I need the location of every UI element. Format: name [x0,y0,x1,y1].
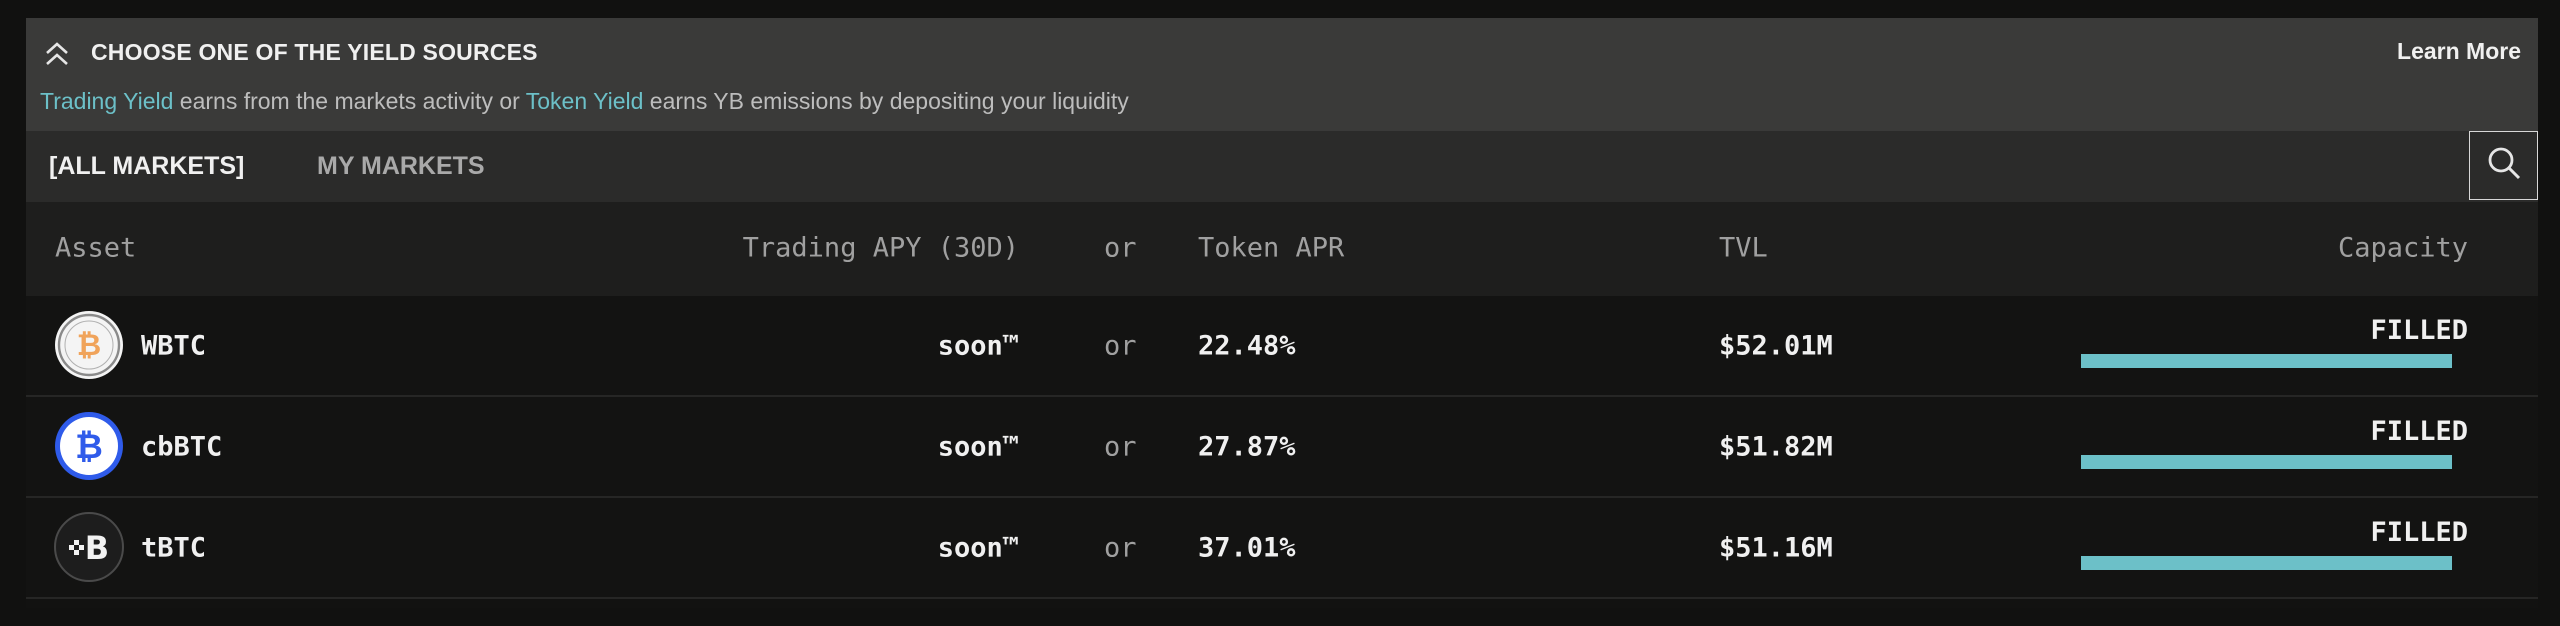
capacity-bar [2081,455,2452,469]
header-or: or [1104,232,1137,264]
tab-my-markets[interactable]: MY MARKETS [317,152,485,181]
learn-more-link[interactable]: Learn More [2397,38,2521,65]
banner-desc-end: earns YB emissions by depositing your li… [643,88,1129,114]
asset-name: cbBTC [141,431,223,463]
banner-desc-mid: earns from the markets activity or [173,88,526,114]
token-apr-value: 22.48% [1198,330,1296,362]
svg-text:B: B [85,529,109,567]
tvl-value: $51.16M [1719,532,1833,564]
token-apr-value: 37.01% [1198,532,1296,564]
banner-title: CHOOSE ONE OF THE YIELD SOURCES [91,39,538,65]
yield-sources-banner: CHOOSE ONE OF THE YIELD SOURCES Learn Mo… [26,18,2538,131]
header-tvl[interactable]: TVL [1719,233,1768,264]
wbtc-icon: ₿ [54,310,124,380]
capacity-bar [2081,556,2452,570]
asset-name: WBTC [141,330,207,362]
cbbtc-icon: ₿ [54,411,124,481]
trading-yield-link[interactable]: Trading Yield [40,88,173,114]
capacity-bar [2081,354,2452,368]
token-yield-link[interactable]: Token Yield [526,88,644,114]
svg-text:₿: ₿ [75,427,103,467]
market-tabs: [ALL MARKETS] MY MARKETS [26,131,2538,202]
table-header: Asset Trading APY (30D) or Token APR TVL… [26,202,2538,296]
or-separator: or [1104,431,1137,463]
banner-description: Trading Yield earns from the markets act… [40,88,1129,115]
capacity-status: FILLED [2370,315,2468,346]
header-capacity[interactable]: Capacity [2338,233,2468,264]
collapse-chevron-icon[interactable] [44,40,70,68]
search-button[interactable] [2469,131,2538,200]
capacity-status: FILLED [2370,517,2468,548]
header-token-apr[interactable]: Token APR [1198,233,1344,264]
trading-apy-value: soon™ [937,330,1019,362]
token-apr-value: 27.87% [1198,431,1296,463]
trading-apy-value: soon™ [937,431,1019,463]
asset-name: tBTC [141,532,207,564]
tab-all-markets[interactable]: [ALL MARKETS] [49,152,244,181]
header-asset[interactable]: Asset [55,233,136,264]
header-trading-apy[interactable]: Trading APY (30D) [743,233,1019,264]
table-row[interactable]: ₿ cbBTC soon™ or 27.87% $51.82M FILLED [26,397,2538,498]
capacity-status: FILLED [2370,416,2468,447]
table-row[interactable]: B tBTC soon™ or 37.01% $51.16M FILLED [26,498,2538,599]
search-icon [2484,143,2524,188]
or-separator: or [1104,330,1137,362]
or-separator: or [1104,532,1137,564]
yield-markets-panel: CHOOSE ONE OF THE YIELD SOURCES Learn Mo… [26,18,2538,608]
trading-apy-value: soon™ [937,532,1019,564]
svg-text:₿: ₿ [77,328,101,363]
table-row[interactable]: ₿ WBTC soon™ or 22.48% $52.01M FILLED [26,296,2538,397]
tbtc-icon: B [54,512,124,582]
tvl-value: $51.82M [1719,431,1833,463]
tvl-value: $52.01M [1719,330,1833,362]
